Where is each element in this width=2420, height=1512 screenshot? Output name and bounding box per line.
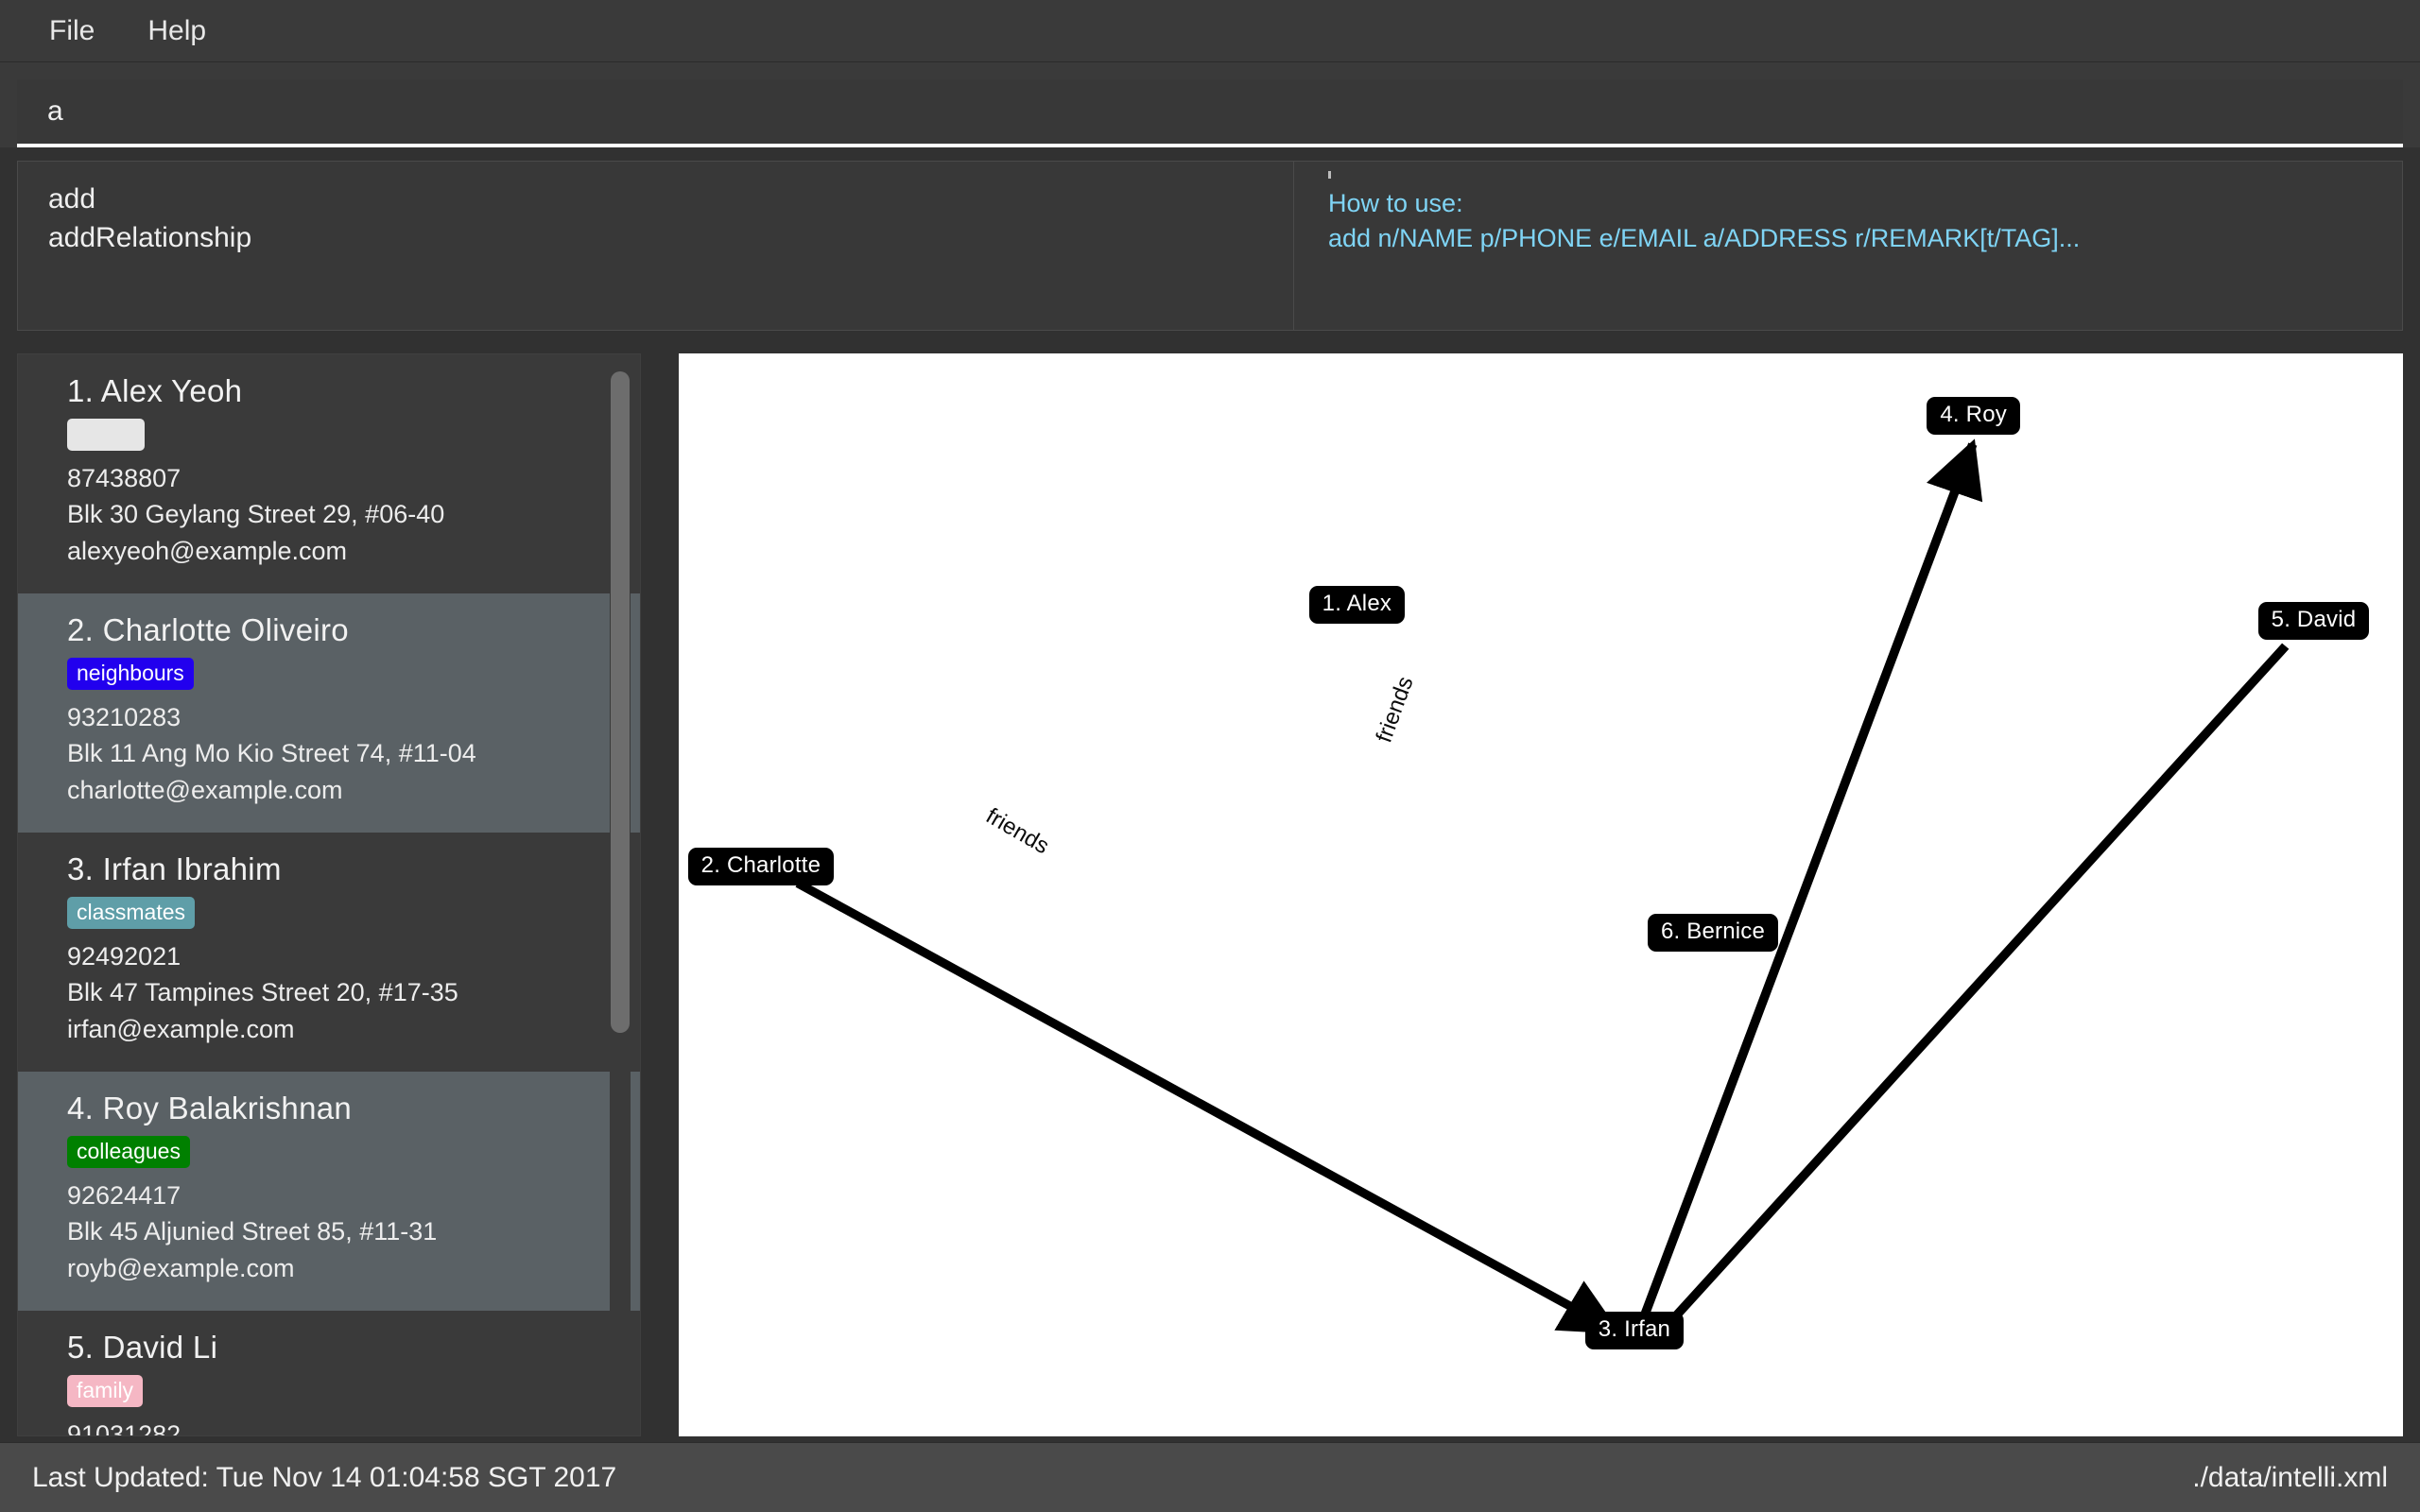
command-input[interactable]: a [17, 79, 2403, 147]
relationship-graph-svg [795, 438, 2290, 1335]
result-display-row: add addRelationship How to use: add n/NA… [17, 161, 2403, 331]
edge-david-irfan [1664, 643, 2290, 1329]
person-name: 2. Charlotte Oliveiro [67, 611, 349, 647]
main-content: 1. Alex Yeoh 87438807 Blk 30 Geylang Stree… [0, 331, 2420, 1442]
command-help-pane: How to use: add n/NAME p/PHONE e/EMAIL a… [1294, 162, 2402, 330]
person-name: 4. Roy Balakrishnan [67, 1090, 353, 1125]
person-phone: 87438807 [67, 464, 182, 492]
person-email: royb@example.com [67, 1253, 295, 1282]
graph-node[interactable]: 3. Irfan [1584, 1312, 1685, 1350]
person-card[interactable]: 4. Roy Balakrishnan colleagues 92624417 Blk… [18, 1071, 640, 1311]
person-email: charlotte@example.com [67, 775, 343, 804]
person-name: 1. Alex Yeoh [67, 373, 243, 408]
person-phone: 92624417 [67, 1180, 182, 1210]
person-phone: 93210283 [67, 702, 182, 731]
person-card[interactable]: 2. Charlotte Oliveiro neighbours 93210283 B… [18, 593, 640, 833]
graph-node[interactable]: 5. David [2257, 602, 2370, 641]
command-suggestion-list[interactable]: add addRelationship [18, 162, 1294, 330]
person-list-panel[interactable]: 1. Alex Yeoh 87438807 Blk 30 Geylang Stree… [17, 353, 641, 1436]
person-name: 3. Irfan Ibrahim [67, 850, 282, 886]
help-usage: add n/NAME p/PHONE e/EMAIL a/ADDRESS r/R… [1328, 224, 2081, 253]
person-tag-row: family [67, 1374, 640, 1407]
status-last-updated: Last Updated: Tue Nov 14 01:04:58 SGT 20… [32, 1461, 617, 1493]
person-tag-row: classmates [67, 896, 640, 929]
person-address: Blk 30 Geylang Street 29, #06-40 [67, 500, 445, 529]
person-tag-row [67, 419, 640, 451]
menu-bar: File Help [0, 0, 2420, 62]
command-box-container: a [0, 62, 2420, 153]
person-tag-row: colleagues [67, 1135, 640, 1168]
person-phone: 91031282 [67, 1419, 182, 1436]
person-tag-row: neighbours [67, 657, 640, 690]
person-email: alexyeoh@example.com [67, 536, 348, 565]
panel-divider [641, 353, 679, 1436]
person-tag: colleagues [67, 1135, 190, 1168]
suggestion-item-add[interactable]: add [48, 182, 1293, 217]
suggestion-item-addrelationship[interactable]: addRelationship [48, 221, 1293, 256]
person-email: irfan@example.com [67, 1014, 295, 1043]
person-list: 1. Alex Yeoh 87438807 Blk 30 Geylang Stree… [18, 354, 640, 1436]
person-card[interactable]: 1. Alex Yeoh 87438807 Blk 30 Geylang Stree… [18, 354, 640, 593]
graph-node[interactable]: 6. Bernice [1647, 914, 1779, 953]
status-file-path: ./data/intelli.xml [2192, 1461, 2388, 1493]
help-heading: How to use: [1328, 189, 1463, 217]
person-tag: classmates [67, 896, 196, 929]
menu-item-help[interactable]: Help [127, 11, 227, 51]
person-name: 5. David Li [67, 1329, 218, 1365]
menu-item-file[interactable]: File [28, 11, 115, 51]
command-input-value: a [47, 95, 63, 127]
person-tag: neighbours [67, 657, 194, 690]
relationship-graph-panel[interactable]: 1. Alex 4. Roy 5. David 2. Charlotte 6. Bern… [679, 353, 2403, 1436]
person-tag [67, 419, 145, 451]
edge-bernice-roy [1638, 438, 1983, 1321]
graph-node[interactable]: 4. Roy [1927, 397, 2020, 436]
graph-node[interactable]: 2. Charlotte [687, 848, 835, 886]
app-window: File Help a add addRelationship How to u… [0, 0, 2420, 1512]
person-address: Blk 45 Aljunied Street 85, #11-31 [67, 1217, 438, 1246]
person-list-scrollbar-thumb[interactable] [611, 371, 630, 1033]
graph-node[interactable]: 1. Alex [1308, 586, 1406, 625]
person-card[interactable]: 3. Irfan Ibrahim classmates 92492021 Blk 47… [18, 832, 640, 1072]
person-card[interactable]: 5. David Lifamily91031282Blk 436 Serango… [18, 1310, 640, 1436]
person-tag: family [67, 1374, 144, 1407]
person-phone: 92492021 [67, 941, 182, 971]
edge-charlotte-irfan [795, 879, 1621, 1335]
person-address: Blk 11 Ang Mo Kio Street 74, #11-04 [67, 739, 476, 768]
person-address: Blk 47 Tampines Street 20, #17-35 [67, 978, 458, 1007]
status-bar: Last Updated: Tue Nov 14 01:04:58 SGT 20… [0, 1442, 2420, 1512]
person-list-scrollbar-track[interactable] [610, 360, 631, 1430]
